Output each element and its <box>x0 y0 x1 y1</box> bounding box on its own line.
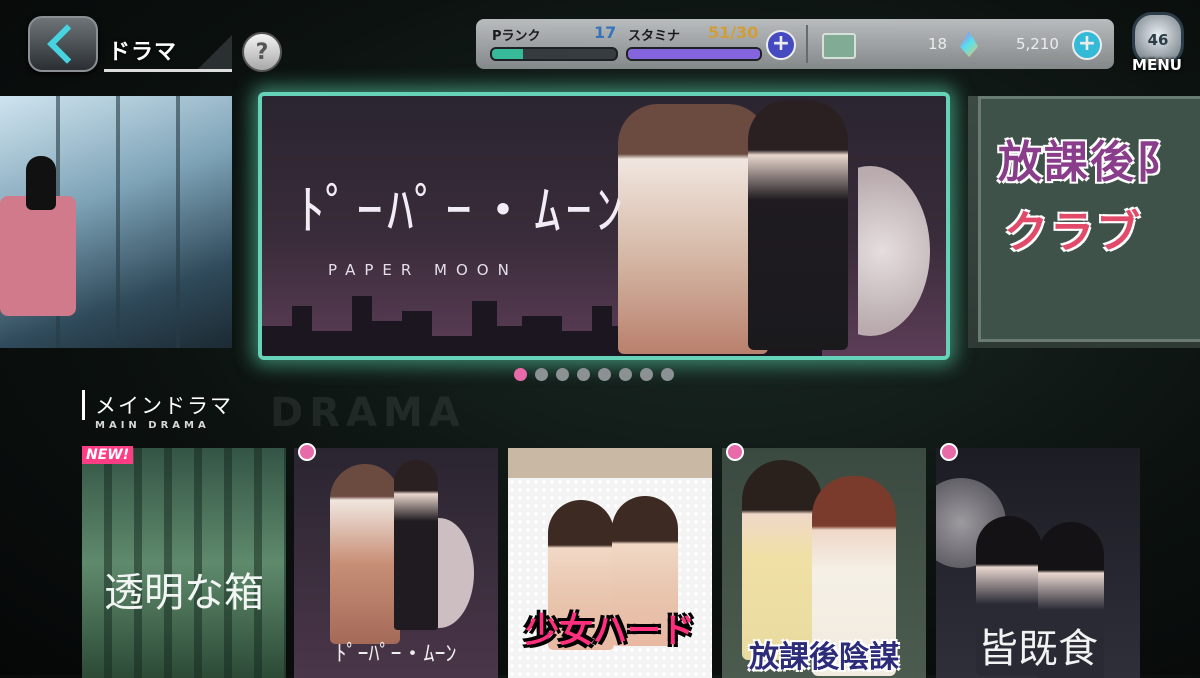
title-decoration <box>198 35 232 69</box>
drama-card-1[interactable]: 透明な箱 <box>82 448 286 678</box>
gem-count: 18 <box>928 35 948 53</box>
banner-subtitle: PAPER MOON <box>328 261 518 279</box>
p-rank-value: 17 <box>594 23 617 42</box>
stamina-progress-fill <box>628 49 760 59</box>
help-button[interactable]: ? <box>242 32 282 72</box>
stamina-label: スタミナ <box>628 29 681 44</box>
card-title: ﾄﾟｰﾊﾟｰ・ﾑｰﾝ <box>335 642 457 667</box>
next-banner-title-line1: 放課後阝 <box>998 137 1182 188</box>
actress-left-image <box>742 460 822 660</box>
suitcase-image <box>0 196 76 316</box>
actress-left-image <box>330 464 400 644</box>
carousel-dot[interactable] <box>535 368 548 381</box>
menu-label: MENU <box>1132 56 1182 74</box>
drama-card-2[interactable]: ﾄﾟｰﾊﾟｰ・ﾑｰﾝ <box>294 448 498 678</box>
help-icon: ? <box>255 39 269 65</box>
gem-icon <box>960 31 978 57</box>
drama-card-3[interactable]: 少女ハード <box>508 448 712 678</box>
card-title: 放課後陰謀 <box>749 640 899 675</box>
coin-count: 5,210 <box>1016 35 1059 53</box>
actress-right-image <box>394 460 438 630</box>
menu-level: 46 <box>1147 31 1169 49</box>
carousel-dot[interactable] <box>577 368 590 381</box>
unread-indicator <box>298 443 316 461</box>
add-coins-button[interactable]: + <box>1072 30 1102 60</box>
carousel-dot[interactable] <box>619 368 632 381</box>
banner-title: ﾄﾟｰﾊﾟｰ・ﾑｰﾝ <box>298 179 627 242</box>
p-rank-label: Pランク <box>492 29 541 44</box>
carousel-dot[interactable] <box>640 368 653 381</box>
status-bar: Pランク 17 スタミナ 51/30 + 18 5,210 + <box>476 19 1114 69</box>
carousel-dot[interactable] <box>661 368 674 381</box>
stamina-value: 51/30 <box>708 23 759 42</box>
back-arrow-icon <box>47 24 87 64</box>
section-title-jp: メインドラマ <box>82 390 233 420</box>
next-banner-title-line2: クラブ <box>1004 207 1142 258</box>
actress-right-image <box>748 100 848 350</box>
divider <box>806 25 808 63</box>
p-rank-progress-bar <box>490 47 618 61</box>
p-rank-progress-fill <box>492 49 523 59</box>
card-title: 皆既食 <box>978 626 1098 672</box>
carousel-dot[interactable] <box>556 368 569 381</box>
menu-button[interactable]: 46 MENU <box>1124 10 1190 76</box>
add-stamina-button[interactable]: + <box>766 30 796 60</box>
back-button[interactable] <box>28 16 98 72</box>
drama-card-5[interactable]: 皆既食 <box>936 448 1140 678</box>
unread-indicator <box>726 443 744 461</box>
actress-left-image <box>618 104 768 354</box>
new-badge: NEW! <box>82 446 134 464</box>
carousel-main-banner[interactable]: ﾄﾟｰﾊﾟｰ・ﾑｰﾝ PAPER MOON <box>258 92 950 360</box>
section-background-word: DRAMA <box>270 390 466 436</box>
page-title-text: ドラマ <box>108 40 178 65</box>
carousel-dot[interactable] <box>598 368 611 381</box>
cat-image <box>26 156 56 210</box>
card-title: 少女ハード <box>525 611 695 651</box>
unread-indicator <box>940 443 958 461</box>
title-underline <box>104 69 232 72</box>
card-title: 透明な箱 <box>104 570 264 616</box>
carousel-next-banner[interactable]: 放課後阝 クラブ <box>968 96 1200 348</box>
section-header: メインドラマ MAIN DRAMA <box>82 390 233 431</box>
drama-card-4[interactable]: 放課後陰謀 <box>722 448 926 678</box>
carousel-pagination <box>514 368 674 381</box>
section-title-en: MAIN DRAMA <box>95 420 210 431</box>
ticket-icon <box>822 33 856 59</box>
stamina-progress-bar <box>626 47 762 61</box>
page-title: ドラマ <box>104 32 232 72</box>
carousel-prev-banner[interactable] <box>0 96 232 348</box>
carousel-dot[interactable] <box>514 368 527 381</box>
